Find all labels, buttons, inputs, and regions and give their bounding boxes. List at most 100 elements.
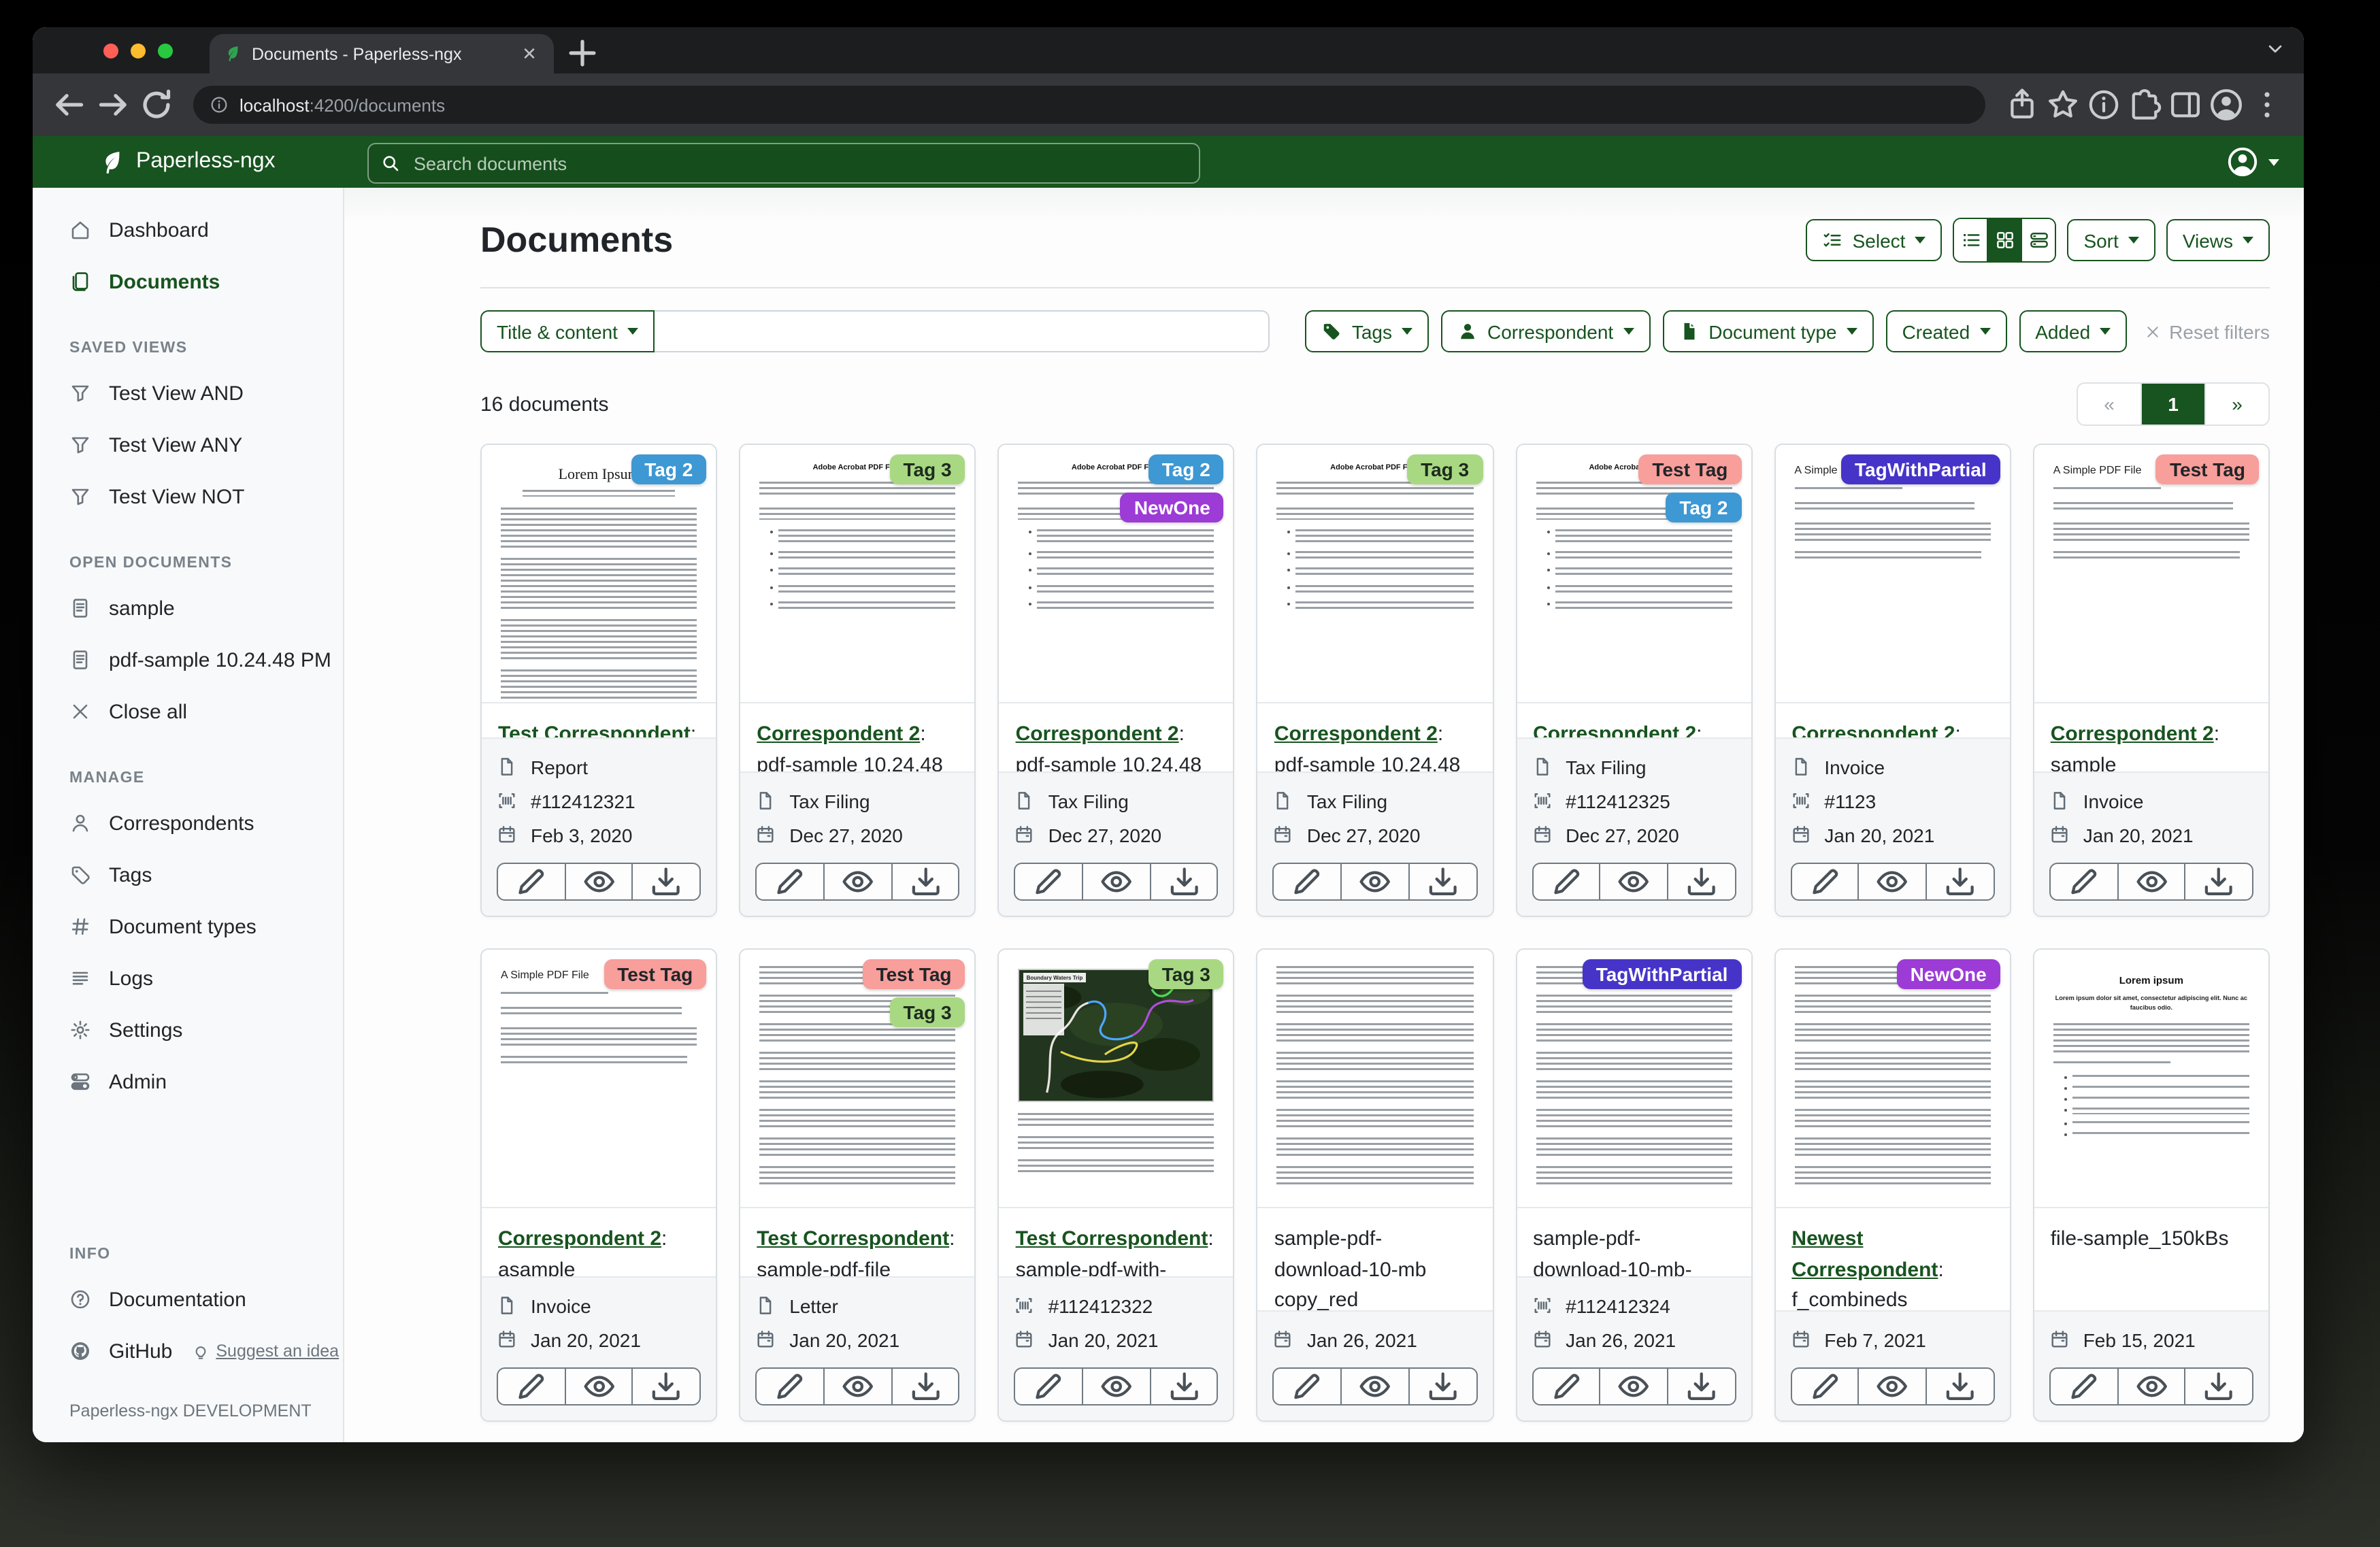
download-document-button[interactable] (1926, 1369, 1993, 1404)
view-mode-detail-button[interactable] (2021, 219, 2055, 261)
sidebar-item-documentation[interactable]: Documentation (33, 1274, 343, 1325)
sidebar-item-document-types[interactable]: Document types (33, 901, 343, 952)
preview-document-button[interactable] (1858, 864, 1926, 899)
download-document-button[interactable] (1926, 864, 1993, 899)
preview-document-button[interactable] (1600, 1369, 1667, 1404)
correspondent-link[interactable]: Test Correspondent (1016, 1227, 1208, 1250)
tag-badge[interactable]: Tag 3 (1148, 959, 1224, 989)
sidebar-item-correspondents[interactable]: Correspondents (33, 797, 343, 849)
document-thumbnail[interactable]: A Simple PDF FileTest Tag (2034, 445, 2268, 703)
preview-document-button[interactable] (823, 864, 891, 899)
global-search[interactable] (367, 143, 1200, 184)
tab-search-chevron-icon[interactable] (2266, 39, 2285, 59)
reload-button[interactable] (139, 87, 174, 122)
window-controls[interactable] (103, 44, 173, 59)
view-mode-grid-button[interactable] (1987, 219, 2021, 261)
reset-filters-button[interactable]: Reset filters (2145, 320, 2270, 342)
edit-document-button[interactable] (1016, 1369, 1082, 1404)
sidebar-item-test-view-any[interactable]: Test View ANY (33, 419, 343, 471)
download-document-button[interactable] (1149, 864, 1217, 899)
document-thumbnail[interactable]: A Simple PDF FileTagWithPartial (1775, 445, 2009, 703)
browser-tab[interactable]: Documents - Paperless-ngx ✕ (210, 34, 554, 73)
correspondent-link[interactable]: Correspondent 2 (1274, 722, 1438, 746)
document-thumbnail[interactable]: NewOne (1775, 950, 2009, 1208)
document-card[interactable]: Adobe Acrobat PDF FilesTag 3 Corresponden… (1257, 444, 1493, 917)
document-thumbnail[interactable]: TagWithPartial (1517, 950, 1751, 1208)
search-input[interactable] (411, 152, 1187, 175)
edit-document-button[interactable] (1274, 1369, 1340, 1404)
document-thumbnail[interactable]: Adobe Acrobat PDF FilesTag 3 (740, 445, 974, 703)
correspondent-link[interactable]: Test Correspondent (757, 1227, 949, 1250)
tag-badge[interactable]: TagWithPartial (1841, 454, 2000, 484)
filter-correspondent-button[interactable]: Correspondent (1441, 310, 1650, 352)
edit-document-button[interactable] (2051, 864, 2117, 899)
download-document-button[interactable] (1667, 1369, 1734, 1404)
document-thumbnail[interactable]: Lorem IpsumTag 2 (482, 445, 716, 703)
edit-document-button[interactable] (498, 864, 564, 899)
sidebar-item-github[interactable]: GitHub (33, 1325, 172, 1377)
tag-badge[interactable]: Test Tag (2156, 454, 2259, 484)
pagination-next-button[interactable]: » (2204, 384, 2268, 425)
preview-document-button[interactable] (2117, 864, 2184, 899)
bookmark-star-button[interactable] (2045, 87, 2081, 122)
filter-document-type-button[interactable]: Document type (1662, 310, 1873, 352)
view-mode-list-button[interactable] (1954, 219, 1987, 261)
correspondent-link[interactable]: Test Correspondent (498, 722, 691, 737)
document-card[interactable]: NewOneNewest Correspondent: f_combinedsF… (1774, 948, 2011, 1422)
tag-badge[interactable]: NewOne (1897, 959, 2000, 989)
sidebar-item-logs[interactable]: Logs (33, 952, 343, 1004)
correspondent-link[interactable]: Correspondent 2 (498, 1227, 661, 1250)
preview-document-button[interactable] (564, 1369, 631, 1404)
preview-document-button[interactable] (2117, 1369, 2184, 1404)
preview-document-button[interactable] (1082, 864, 1149, 899)
back-button[interactable] (52, 87, 87, 122)
document-thumbnail[interactable]: Adobe Acrobat PDF FilesTag 2NewOne (999, 445, 1234, 703)
filter-added-button[interactable]: Added (2019, 310, 2127, 352)
sidebar-item-dashboard[interactable]: Dashboard (33, 204, 343, 256)
document-thumbnail[interactable]: Lorem ipsumLorem ipsum dolor sit amet, c… (2034, 950, 2268, 1208)
edit-document-button[interactable] (1533, 864, 1599, 899)
edit-document-button[interactable] (757, 864, 823, 899)
document-thumbnail[interactable] (1258, 950, 1492, 1208)
sidebar-item-test-view-and[interactable]: Test View AND (33, 367, 343, 419)
document-card[interactable]: Adobe Acrobat PDF FilesTest TagTag 2 Corr… (1515, 444, 1752, 917)
sidebar-item-documents[interactable]: Documents (33, 256, 343, 307)
tag-badge[interactable]: NewOne (1121, 493, 1224, 522)
correspondent-link[interactable]: Correspondent 2 (2051, 722, 2214, 746)
edit-document-button[interactable] (498, 1369, 564, 1404)
download-document-button[interactable] (1667, 864, 1734, 899)
document-thumbnail[interactable]: A Simple PDF FileTest Tag (482, 950, 716, 1208)
preview-document-button[interactable] (823, 1369, 891, 1404)
download-document-button[interactable] (891, 864, 958, 899)
sidebar-item-tags[interactable]: Tags (33, 849, 343, 901)
preview-document-button[interactable] (564, 864, 631, 899)
zoom-window-button[interactable] (158, 44, 173, 59)
filter-field-dropdown-button[interactable]: Title & content (480, 310, 655, 352)
address-bar[interactable]: localhost:4200/documents (193, 86, 1985, 124)
tag-badge[interactable]: Test Tag (1638, 454, 1741, 484)
download-document-button[interactable] (632, 864, 699, 899)
edit-document-button[interactable] (1791, 864, 1857, 899)
document-thumbnail[interactable]: Boundary Waters TripTag 3 (999, 950, 1234, 1208)
page-state-icon[interactable] (2086, 87, 2121, 122)
sort-dropdown-button[interactable]: Sort (2067, 219, 2155, 261)
sidebar-item-sample[interactable]: sample (33, 582, 343, 634)
profile-avatar-button[interactable] (2209, 87, 2244, 122)
document-card[interactable]: TagWithPartialsample-pdf-download-10-mb-… (1515, 948, 1752, 1422)
tag-badge[interactable]: Tag 2 (631, 454, 706, 484)
document-card[interactable]: Lorem ipsumLorem ipsum dolor sit amet, c… (2033, 948, 2270, 1422)
document-card[interactable]: A Simple PDF FileTagWithPartialCorrespon… (1774, 444, 2011, 917)
document-thumbnail[interactable]: Adobe Acrobat PDF FilesTag 3 (1258, 445, 1492, 703)
download-document-button[interactable] (632, 1369, 699, 1404)
document-thumbnail[interactable]: Adobe Acrobat PDF FilesTest TagTag 2 (1517, 445, 1751, 703)
edit-document-button[interactable] (1791, 1369, 1857, 1404)
edit-document-button[interactable] (1274, 864, 1340, 899)
share-button[interactable] (2004, 87, 2040, 122)
preview-document-button[interactable] (1340, 864, 1408, 899)
tag-badge[interactable]: Test Tag (604, 959, 706, 989)
correspondent-link[interactable]: Correspondent 2 (757, 722, 920, 746)
tag-badge[interactable]: Tag 3 (1407, 454, 1483, 484)
download-document-button[interactable] (1408, 1369, 1476, 1404)
correspondent-link[interactable]: Correspondent 2 (1533, 722, 1696, 737)
sidebar-item-close-all[interactable]: Close all (33, 686, 343, 737)
